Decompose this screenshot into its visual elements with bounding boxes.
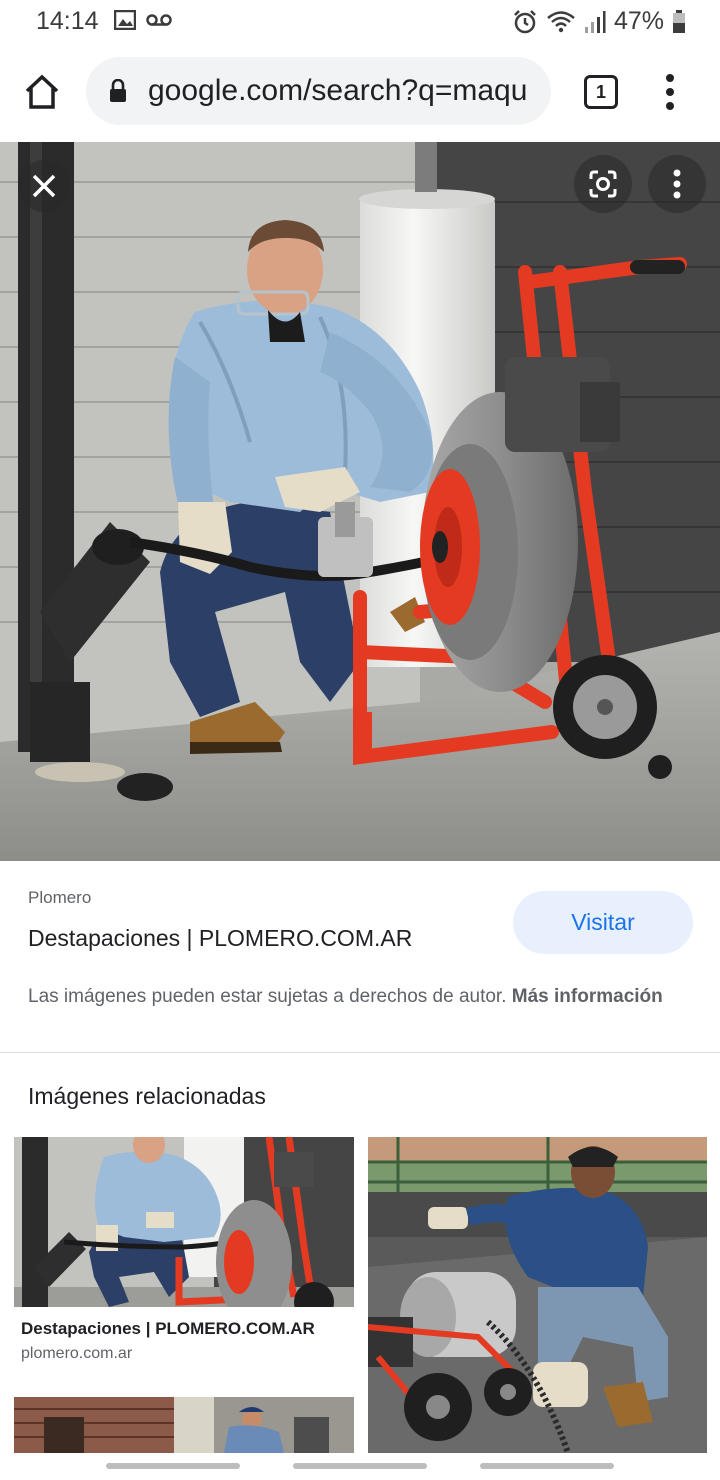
plumber-drain-machine-photo: [0, 142, 720, 861]
gesture-bar-left: [106, 1463, 240, 1469]
related-images-heading: Imágenes relacionadas: [28, 1083, 266, 1109]
wifi-icon: [547, 10, 575, 32]
home-icon: [25, 74, 59, 109]
url-text: google.com/search?q=maqu: [148, 74, 528, 107]
related-image-3[interactable]: [14, 1397, 354, 1453]
related-image-1-title[interactable]: Destapaciones | PLOMERO.COM.AR: [21, 1319, 315, 1339]
battery-icon: [673, 9, 685, 33]
signal-icon: [584, 10, 606, 33]
home-button[interactable]: [22, 72, 62, 112]
tab-count: 1: [595, 81, 606, 102]
voicemail-icon: [146, 14, 172, 26]
more-info-link[interactable]: Más información: [512, 986, 663, 1007]
copyright-text: Las imágenes pueden estar sujetas a dere…: [28, 986, 512, 1007]
image-more-button[interactable]: [648, 155, 706, 213]
browser-toolbar: google.com/search?q=maqu 1: [0, 44, 720, 140]
gesture-bar-right: [480, 1463, 614, 1469]
preview-image[interactable]: [0, 142, 720, 861]
tab-switcher-button[interactable]: 1: [584, 75, 618, 109]
url-bar[interactable]: google.com/search?q=maqu: [86, 57, 551, 125]
battery-percent: 47%: [613, 7, 664, 35]
related-image-2[interactable]: [368, 1137, 707, 1453]
source-name: Plomero: [28, 888, 92, 907]
close-icon: [32, 174, 56, 198]
copyright-notice: Las imágenes pueden estar sujetas a dere…: [28, 983, 688, 1011]
lock-icon: [110, 79, 126, 102]
divider: [0, 1052, 720, 1053]
visit-button[interactable]: Visitar: [513, 891, 693, 954]
more-vert-icon: [673, 169, 681, 199]
image-icon: [114, 10, 136, 30]
status-bar: 14:14 47%: [0, 0, 720, 44]
lens-icon: [589, 170, 617, 198]
close-button[interactable]: [18, 160, 70, 212]
result-title[interactable]: Destapaciones | PLOMERO.COM.AR: [28, 925, 412, 952]
alarm-icon: [514, 9, 536, 33]
status-time: 14:14: [36, 7, 99, 35]
related-image-1-domain: plomero.com.ar: [21, 1345, 133, 1362]
gesture-bar-center: [293, 1463, 427, 1469]
lens-button[interactable]: [574, 155, 632, 213]
more-vert-icon[interactable]: [660, 74, 680, 110]
related-image-1[interactable]: [14, 1137, 354, 1307]
